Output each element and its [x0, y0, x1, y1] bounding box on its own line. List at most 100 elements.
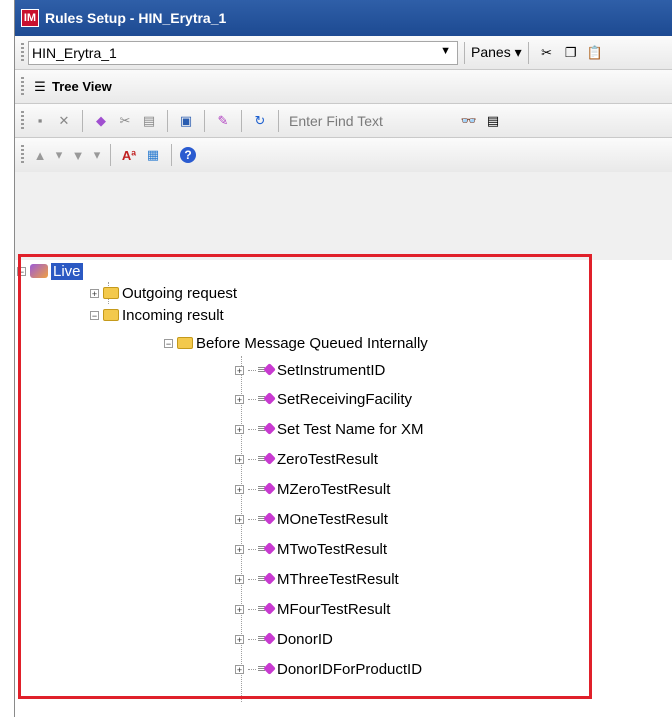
folder-icon: [177, 337, 193, 349]
rule-icon: [258, 452, 276, 465]
paste-icon[interactable]: 📋: [585, 43, 605, 63]
tree-node-label: DonorID: [277, 630, 333, 648]
rule-icon: [258, 542, 276, 555]
tree-node-label: SetInstrumentID: [277, 361, 386, 379]
tree-view-label: Tree View: [52, 79, 112, 94]
help-icon[interactable]: ?: [180, 147, 196, 163]
tree-node-label: Incoming result: [122, 306, 224, 324]
rule-icon: [258, 572, 276, 585]
divider: [171, 144, 172, 166]
setup-toolbar: HIN_Erytra_1 ▼ Panes ▾ ✂ ❐ 📋: [15, 36, 672, 70]
move-up-icon[interactable]: ▲: [30, 145, 50, 165]
nav-toolbar: ▲ ▾ ▼ ▾ Aª ▦ ?: [15, 138, 672, 172]
tree-node-live[interactable]: − Live: [17, 260, 83, 282]
expand-icon[interactable]: +: [235, 484, 244, 494]
live-ruleset-icon: [30, 264, 48, 278]
rule-icon: [258, 632, 276, 645]
expand-icon[interactable]: +: [235, 664, 244, 674]
tree-node-label: Outgoing request: [122, 284, 238, 302]
refresh-icon[interactable]: ↻: [250, 111, 270, 131]
toolbar-grip[interactable]: [21, 42, 24, 63]
toolbar-grip[interactable]: [21, 76, 24, 97]
folder-icon: [103, 287, 119, 299]
toolbar-grip[interactable]: [21, 110, 24, 131]
tree-node-label: MOneTestResult: [277, 510, 388, 528]
delete-rule-icon[interactable]: ✕: [54, 111, 74, 131]
tree-node-label: Before Message Queued Internally: [196, 334, 428, 352]
expand-icon[interactable]: +: [235, 424, 244, 434]
tree-node-rule[interactable]: + MOneTestResult: [235, 508, 388, 530]
rule-icon: [258, 602, 276, 615]
divider: [167, 109, 168, 132]
tree-node-rule[interactable]: + MThreeTestResult: [235, 568, 399, 590]
run-icon[interactable]: ✎: [213, 111, 233, 131]
tree-node-incoming-result[interactable]: − Incoming result: [90, 304, 224, 326]
tree-node-rule[interactable]: + DonorIDForProductID: [235, 658, 422, 680]
setup-select-value: HIN_Erytra_1: [32, 44, 117, 61]
expand-icon[interactable]: +: [235, 544, 244, 554]
collapse-icon[interactable]: −: [164, 338, 173, 348]
folder-icon: [103, 309, 119, 321]
tree-node-rule[interactable]: + MZeroTestResult: [235, 478, 390, 500]
divider: [527, 41, 529, 64]
expand-icon[interactable]: +: [235, 365, 244, 375]
move-up-dropdown-icon[interactable]: ▾: [54, 145, 64, 165]
move-down-dropdown-icon[interactable]: ▾: [92, 145, 102, 165]
tree-node-rule[interactable]: + Set Test Name for XM: [235, 418, 423, 440]
tree-node-label: MThreeTestResult: [277, 570, 399, 588]
save-icon[interactable]: ▣: [176, 111, 196, 131]
unlink-icon[interactable]: ✂: [115, 111, 135, 131]
tree-node-rule[interactable]: + MFourTestResult: [235, 598, 390, 620]
toolbar-grip[interactable]: [21, 145, 24, 165]
link-icon[interactable]: ◆: [91, 111, 111, 131]
expand-icon[interactable]: +: [235, 394, 244, 404]
add-rule-icon[interactable]: ▪: [30, 111, 50, 131]
expand-icon[interactable]: +: [235, 514, 244, 524]
rule-icon: [258, 363, 276, 376]
title-bar: IM Rules Setup - HIN_Erytra_1: [15, 0, 672, 36]
tree-node-label: Live: [51, 262, 83, 280]
tree-node-rule[interactable]: + ZeroTestResult: [235, 448, 378, 470]
tree-node-label: Set Test Name for XM: [277, 420, 424, 438]
tree-node-rule[interactable]: + DonorID: [235, 628, 333, 650]
move-down-icon[interactable]: ▼: [68, 145, 88, 165]
dropdown-arrow-icon[interactable]: ▼: [440, 45, 451, 57]
find-binoculars-icon[interactable]: 👓: [459, 111, 479, 131]
find-text-input[interactable]: Enter Find Text: [285, 113, 429, 129]
rule-icon: [258, 482, 276, 495]
rule-icon: [258, 512, 276, 525]
tree-toolbar: ▪ ✕ ◆ ✂ ▤ ▣ ✎ ↻ Enter Find Text 👓 ▤: [15, 104, 672, 138]
properties-icon[interactable]: ▤: [139, 111, 159, 131]
expand-icon[interactable]: +: [235, 634, 244, 644]
expand-icon[interactable]: +: [235, 604, 244, 614]
panes-menu[interactable]: Panes ▾: [471, 44, 522, 61]
export-icon[interactable]: ▦: [143, 145, 163, 165]
rule-icon: [258, 422, 276, 435]
tree-node-label: ZeroTestResult: [277, 450, 378, 468]
tree-node-rule[interactable]: + SetReceivingFacility: [235, 388, 412, 410]
collapse-icon[interactable]: −: [17, 266, 26, 276]
expand-icon[interactable]: +: [235, 454, 244, 464]
expand-icon[interactable]: +: [90, 288, 99, 298]
divider: [241, 109, 242, 132]
find-options-icon[interactable]: ▤: [483, 111, 503, 131]
cut-icon[interactable]: ✂: [537, 43, 557, 63]
tree-node-label: DonorIDForProductID: [277, 660, 423, 678]
collapse-icon[interactable]: −: [90, 310, 99, 320]
tree-node-label: MFourTestResult: [277, 600, 391, 618]
rules-tree: − Live + Outgoing request − Incoming res…: [15, 260, 672, 717]
rule-icon: [258, 662, 276, 675]
rule-icon: [258, 392, 276, 405]
tree-node-rule[interactable]: + MTwoTestResult: [235, 538, 387, 560]
tree-view-icon: ☰: [34, 78, 46, 94]
setup-select[interactable]: HIN_Erytra_1 ▼: [28, 40, 458, 65]
panes-label: Panes: [471, 44, 511, 60]
divider: [204, 109, 205, 132]
expand-icon[interactable]: +: [235, 574, 244, 584]
copy-icon[interactable]: ❐: [561, 43, 581, 63]
tree-node-rule[interactable]: + SetInstrumentID: [235, 359, 385, 381]
tree-node-before-message-queued[interactable]: − Before Message Queued Internally: [164, 332, 428, 354]
divider: [82, 109, 83, 132]
font-icon[interactable]: Aª: [119, 145, 139, 165]
tree-node-outgoing-request[interactable]: + Outgoing request: [90, 282, 237, 304]
